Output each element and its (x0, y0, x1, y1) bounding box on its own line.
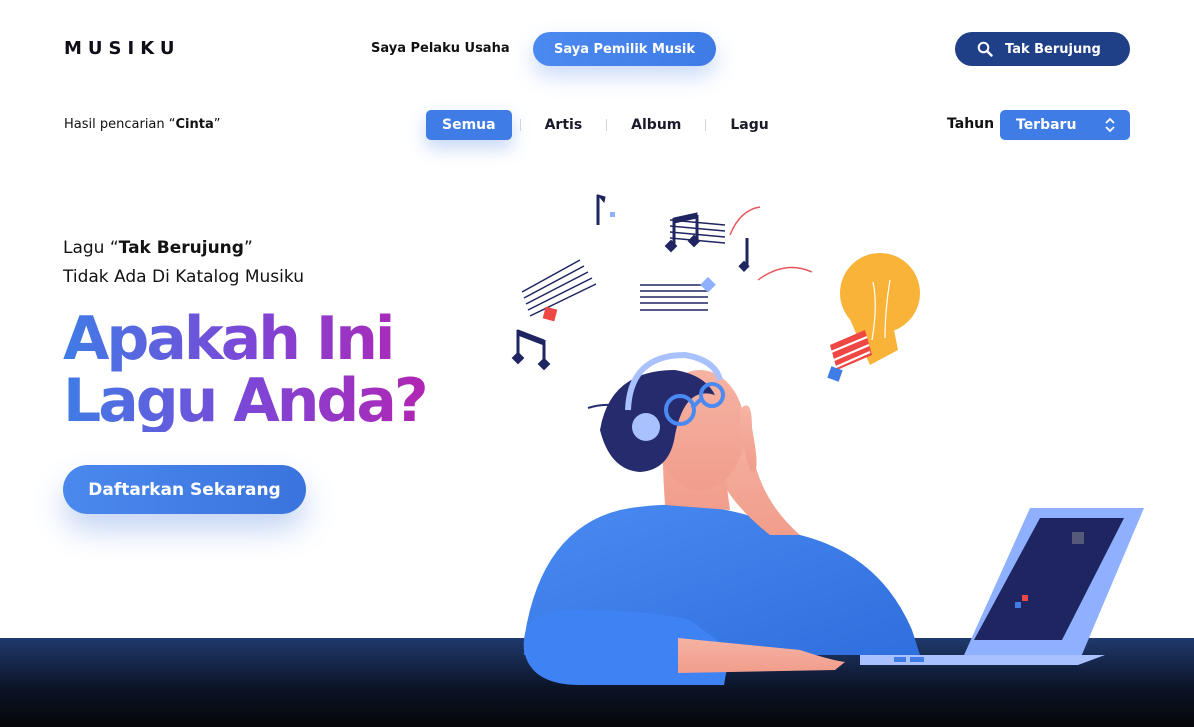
nav-music-owner-button[interactable]: Saya Pemilik Musik (533, 32, 716, 66)
tab-lagu[interactable]: Lagu (714, 110, 784, 140)
not-in-catalog-text: Tidak Ada Di Katalog Musiku (63, 267, 304, 287)
search-box[interactable]: Tak Berujung (955, 32, 1130, 66)
headline-line-1: Apakah Ini (63, 304, 393, 374)
tab-divider (705, 119, 707, 131)
search-query: Cinta (175, 117, 214, 132)
tab-artis[interactable]: Artis (529, 110, 599, 140)
missing-song-line: Lagu “Tak Berujung” (63, 238, 253, 258)
tab-album[interactable]: Album (615, 110, 697, 140)
year-select-value: Terbaru (1016, 117, 1077, 133)
song-title: Tak Berujung (118, 238, 244, 258)
search-value: Tak Berujung (1005, 41, 1101, 57)
headline-line-2: Lagu Anda? (63, 366, 426, 436)
nav-business-owner-link[interactable]: Saya Pelaku Usaha (371, 41, 510, 56)
tab-divider (519, 119, 521, 131)
search-icon (977, 41, 993, 57)
tab-semua[interactable]: Semua (426, 110, 512, 140)
search-result-text: Hasil pencarian “Cinta” (64, 117, 221, 132)
category-tabs: Semua Artis Album Lagu (426, 110, 785, 140)
year-filter-label: Tahun (947, 116, 995, 132)
lightbulb-icon (827, 253, 920, 382)
register-now-button[interactable]: Daftarkan Sekarang (63, 465, 306, 514)
hero-headline: Apakah Ini Lagu Anda? (63, 308, 483, 432)
year-select[interactable]: Terbaru (1000, 110, 1130, 140)
logo[interactable]: MUSIKU (64, 38, 180, 59)
chevron-updown-icon (1105, 117, 1115, 133)
hero-illustration (511, 194, 1144, 685)
tab-divider (606, 119, 608, 131)
person-figure (523, 351, 920, 685)
music-notes (511, 194, 750, 371)
